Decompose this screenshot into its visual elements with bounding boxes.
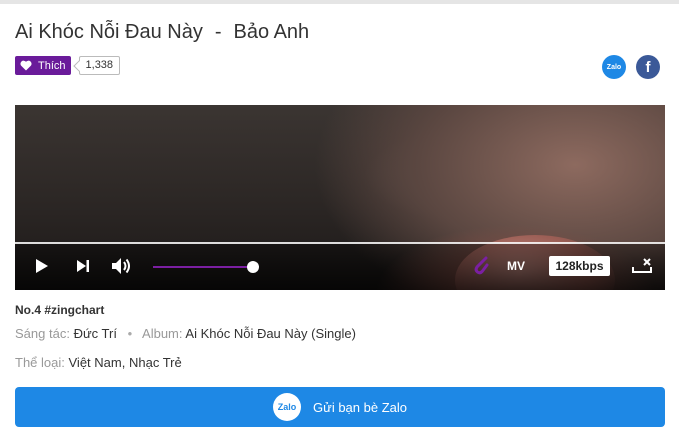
genre-row: Thể loại: Việt Nam, Nhạc Trẻ [15, 355, 182, 370]
next-icon[interactable] [74, 257, 92, 275]
like-count: 1,338 [78, 56, 121, 75]
lyrics-icon[interactable] [471, 255, 491, 277]
genre-separator: , [121, 355, 126, 370]
artist-name[interactable]: Bảo Anh [234, 21, 310, 44]
page-title: Ai Khóc Nỗi Đau Này - Bảo Anh [15, 18, 309, 46]
volume-handle[interactable] [247, 261, 259, 273]
progress-bar[interactable] [15, 242, 665, 244]
album-link[interactable]: Ai Khóc Nỗi Đau Này (Single) [185, 326, 356, 341]
like-button[interactable]: Thích [15, 56, 71, 75]
repeat-icon[interactable] [631, 256, 653, 276]
like-label: Thích [38, 59, 66, 72]
video-player[interactable]: MV 128kbps [15, 105, 665, 290]
volume-icon[interactable] [111, 255, 133, 277]
genre-link-vietnam[interactable]: Việt Nam [69, 355, 122, 370]
volume-slider[interactable] [153, 266, 253, 268]
album-label: Album: [142, 326, 183, 341]
song-title: Ai Khóc Nỗi Đau Này [15, 20, 203, 43]
send-zalo-label: Gửi bạn bè Zalo [313, 399, 407, 415]
zalo-icon: Zalo [273, 393, 301, 421]
composer-album-row: Sáng tác: Đức Trí • Album: Ai Khóc Nỗi Đ… [15, 326, 356, 341]
genre-link-nhac-tre[interactable]: Nhạc Trẻ [129, 355, 182, 370]
meta-dot: • [127, 326, 133, 341]
facebook-icon[interactable]: f [636, 55, 660, 79]
composer-link[interactable]: Đức Trí [74, 326, 117, 341]
send-zalo-button[interactable]: Zalo Gửi bạn bè Zalo [15, 387, 665, 427]
genre-label: Thể loại: [15, 355, 65, 370]
heart-icon [20, 60, 32, 71]
quality-selector[interactable]: 128kbps [549, 256, 610, 276]
share-icons: Zalo f [602, 55, 660, 79]
zalo-icon[interactable]: Zalo [602, 55, 626, 79]
top-divider [0, 0, 679, 4]
composer-label: Sáng tác: [15, 326, 70, 341]
mv-button[interactable]: MV [507, 259, 525, 273]
like-group: Thích 1,338 [15, 56, 121, 75]
chart-rank[interactable]: No.4 #zingchart [15, 303, 104, 317]
play-icon[interactable] [33, 257, 51, 275]
title-separator: - [214, 20, 222, 43]
